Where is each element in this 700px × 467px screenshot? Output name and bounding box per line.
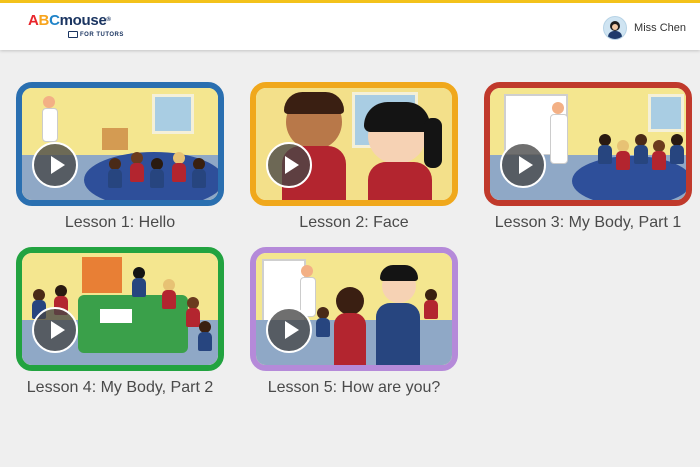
lesson-card-2[interactable]: Lesson 2: Face (250, 82, 458, 232)
logo-mouse-text: mouse (59, 12, 107, 29)
logo-subtitle: FOR TUTORS (68, 31, 124, 38)
top-bar: ABCmouse® FOR TUTORS Miss Chen (0, 0, 700, 50)
lesson-title-4[interactable]: Lesson 4: My Body, Part 2 (16, 379, 224, 397)
avatar[interactable] (603, 16, 628, 40)
user-menu[interactable]: Miss Chen (603, 16, 686, 40)
lesson-title-2[interactable]: Lesson 2: Face (250, 214, 458, 232)
lesson-card-3[interactable]: Lesson 3: My Body, Part 1 (484, 82, 692, 232)
lesson-title-1[interactable]: Lesson 1: Hello (16, 214, 224, 232)
play-icon[interactable] (500, 142, 546, 188)
play-icon[interactable] (266, 142, 312, 188)
lesson-card-4[interactable]: Lesson 4: My Body, Part 2 (16, 247, 224, 397)
lesson-thumbnail-3[interactable] (484, 82, 692, 206)
play-icon[interactable] (32, 142, 78, 188)
lesson-card-1[interactable]: Lesson 1: Hello (16, 82, 224, 232)
logo-subtitle-text: FOR TUTORS (80, 32, 124, 39)
user-name: Miss Chen (634, 22, 686, 34)
logo-tm: ® (106, 17, 111, 23)
play-icon[interactable] (266, 307, 312, 353)
lesson-thumbnail-1[interactable] (16, 82, 224, 206)
abcmouse-logo[interactable]: ABCmouse® FOR TUTORS (28, 12, 123, 43)
lesson-title-3[interactable]: Lesson 3: My Body, Part 1 (484, 214, 692, 232)
lesson-thumbnail-2[interactable] (250, 82, 458, 206)
play-icon[interactable] (32, 307, 78, 353)
graduation-cap-icon (68, 31, 78, 38)
lesson-title-5[interactable]: Lesson 5: How are you? (250, 379, 458, 397)
lesson-card-5[interactable]: Lesson 5: How are you? (250, 247, 458, 397)
lesson-thumbnail-5[interactable] (250, 247, 458, 371)
lesson-thumbnail-4[interactable] (16, 247, 224, 371)
logo-wordmark: ABCmouse® (28, 12, 111, 29)
